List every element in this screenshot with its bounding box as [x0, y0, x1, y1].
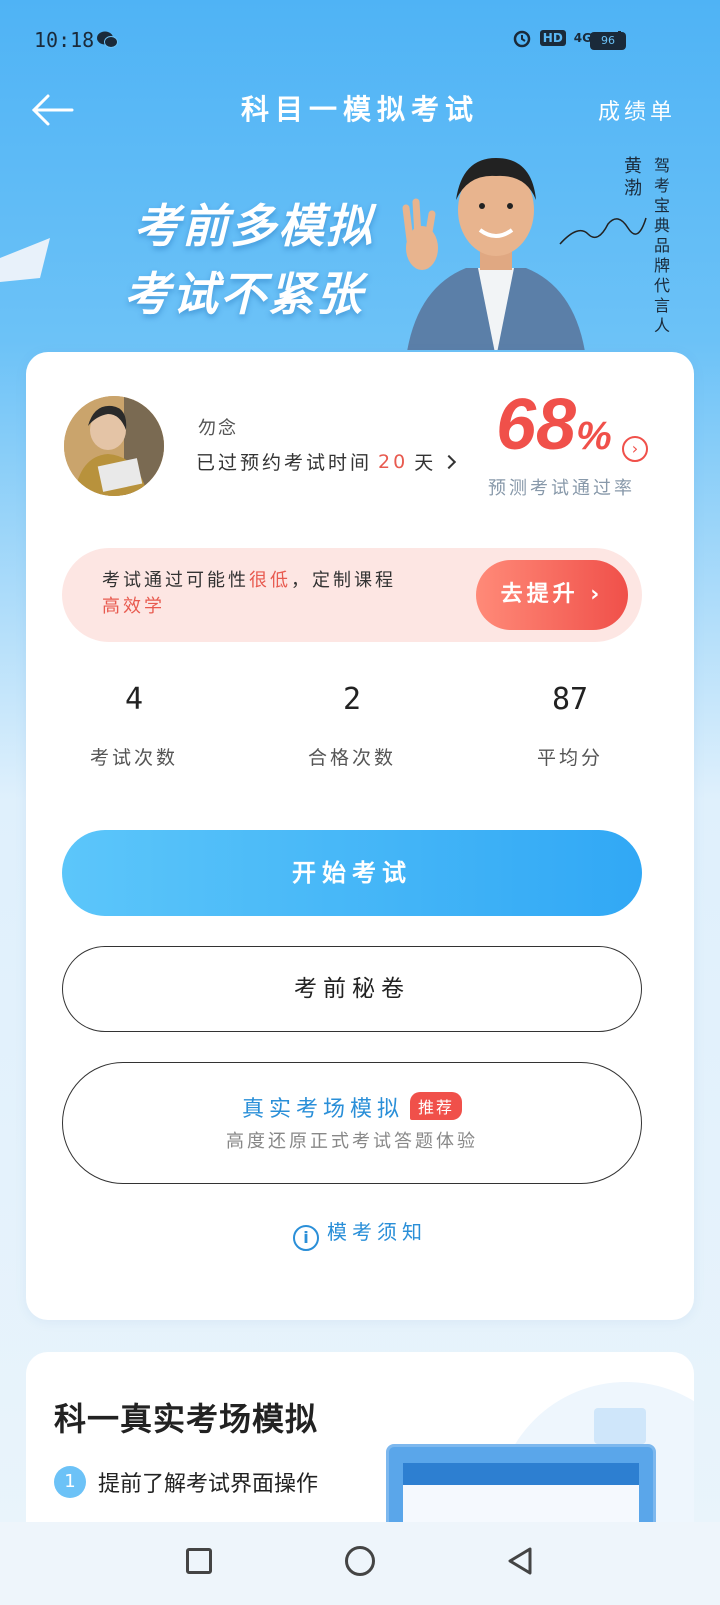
- status-time: 10:18: [34, 28, 95, 52]
- promo-line2: 高效学: [102, 596, 165, 617]
- promo-text: 考试通过可能性很低，定制课程 高效学: [102, 568, 442, 620]
- real-exam-sim-button[interactable]: 真实考场模拟 推荐 高度还原正式考试答题体验: [62, 1062, 642, 1184]
- recommend-badge: 推荐: [410, 1092, 463, 1120]
- stat-label: 平均分: [536, 747, 603, 769]
- banner[interactable]: 考前多模拟 考试不紧张 黄渤 驾考宝典品牌代言人: [0, 140, 720, 350]
- endorser-name: 黄渤: [624, 156, 642, 199]
- exam-stats: 4 考试次数 2 合格次数 87 平均分: [26, 682, 694, 792]
- secret-paper-button[interactable]: 考前秘卷: [62, 946, 642, 1032]
- user-name: 勿念: [198, 418, 238, 439]
- stat-label: 合格次数: [307, 747, 396, 769]
- improve-button[interactable]: 去提升 ›: [476, 560, 628, 630]
- pass-rate-value: 68: [496, 385, 577, 465]
- hd-badge: HD: [539, 30, 566, 46]
- info-icon: i: [293, 1225, 319, 1251]
- exam-info-prefix: 已过预约考试时间: [196, 452, 373, 474]
- stat-pass-count: 2 合格次数: [272, 682, 432, 770]
- promo-prefix: 考试通过可能性: [102, 570, 249, 591]
- pass-rate-unit: %: [576, 414, 612, 458]
- stat-value: 87: [551, 682, 589, 717]
- status-bar: 10:18 HD 4G 96: [0, 0, 720, 80]
- battery-icon: 96: [590, 32, 626, 50]
- item-text: 提前了解考试界面操作: [98, 1472, 319, 1497]
- exam-card: 勿念 已过预约考试时间 20 天 68% › 预测考试通过率 考试通过可能性很低…: [26, 352, 694, 1320]
- slogan-line-1: 考前多模拟: [134, 199, 374, 253]
- notice-label: 模考须知: [327, 1220, 427, 1244]
- slogan-line-2: 考试不紧张: [124, 267, 364, 321]
- screen-content: [403, 1463, 639, 1522]
- checkmark-decoration: [594, 1408, 646, 1444]
- stat-value: 2: [342, 682, 362, 717]
- stat-exam-count: 4 考试次数: [54, 682, 214, 770]
- endorser-description: 驾考宝典品牌代言人: [653, 156, 670, 335]
- stat-value: 4: [124, 682, 144, 717]
- promo-suffix: ，定制课程: [291, 570, 396, 591]
- stat-average-score: 87 平均分: [490, 682, 650, 770]
- days-unit: 天: [414, 452, 437, 474]
- report-link[interactable]: 成绩单: [598, 94, 676, 126]
- alarm-icon: [513, 30, 531, 48]
- home-icon[interactable]: [345, 1546, 375, 1576]
- improve-button-label: 去提升: [500, 582, 579, 607]
- signature: [559, 217, 647, 245]
- paper-decoration: [0, 238, 50, 282]
- system-nav-bar: [0, 1522, 720, 1605]
- screen-header: [403, 1463, 639, 1485]
- user-avatar[interactable]: [64, 396, 164, 496]
- list-item: 1 提前了解考试界面操作: [54, 1466, 318, 1498]
- recents-icon[interactable]: [186, 1548, 212, 1574]
- pass-rate[interactable]: 68%: [496, 384, 612, 466]
- stat-label: 考试次数: [89, 747, 178, 769]
- exam-date-info[interactable]: 已过预约考试时间 20 天: [196, 448, 457, 475]
- arrow-circle-icon[interactable]: ›: [622, 436, 648, 462]
- exam-screen-illustration: [386, 1444, 656, 1522]
- real-sim-title: 真实考场模拟: [241, 1097, 404, 1122]
- start-exam-button[interactable]: 开始考试: [62, 830, 642, 916]
- header: 科目一模拟考试 成绩单: [0, 80, 720, 140]
- section-title: 科一真实考场模拟: [54, 1400, 319, 1438]
- chevron-right-icon: [442, 454, 457, 469]
- real-sim-section[interactable]: 科一真实考场模拟 1 提前了解考试界面操作: [26, 1352, 694, 1522]
- wechat-icon: [97, 31, 118, 48]
- real-sim-title-row: 真实考场模拟 推荐: [63, 1091, 641, 1123]
- real-sim-subtitle: 高度还原正式考试答题体验: [226, 1131, 478, 1152]
- exam-notice-link[interactable]: i 模考须知: [26, 1216, 694, 1251]
- improve-banner[interactable]: 考试通过可能性很低，定制课程 高效学 去提升 ›: [62, 548, 642, 642]
- item-number: 1: [54, 1466, 86, 1498]
- back-triangle-icon[interactable]: [506, 1546, 534, 1576]
- promo-highlight: 很低: [249, 570, 291, 591]
- overdue-days: 20: [378, 450, 409, 473]
- pass-rate-label: 预测考试通过率: [488, 478, 635, 499]
